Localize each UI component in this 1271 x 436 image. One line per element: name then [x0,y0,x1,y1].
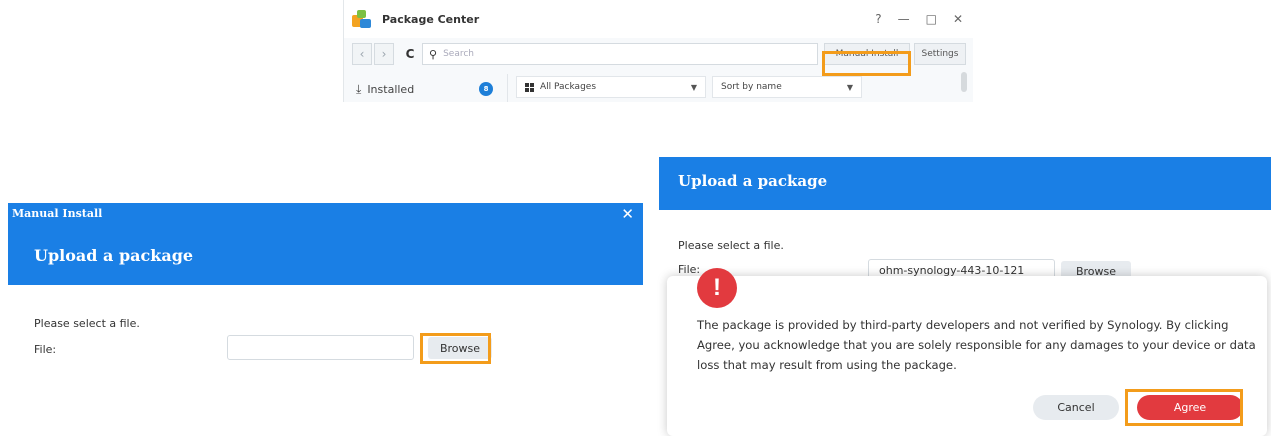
search-placeholder: Search [443,49,474,59]
select-file-prompt: Please select a file. [678,239,784,252]
select-file-prompt: Please select a file. [34,317,140,330]
sort-dropdown[interactable]: Sort by name ▼ [712,76,862,98]
file-label: File: [34,343,57,356]
dialog-header: Upload a package [659,157,1271,210]
package-center-logo-icon [352,9,372,29]
file-label: File: [678,263,701,276]
chevron-down-icon: ▼ [690,82,697,92]
browse-highlight [420,333,491,364]
window-controls: ? — □ ✕ [875,12,963,26]
close-icon[interactable]: ✕ [621,205,634,223]
sidebar-item-installed[interactable]: ⤓ Installed 8 [344,76,504,102]
download-icon: ⤓ [356,81,362,96]
close-icon[interactable]: ✕ [953,12,963,26]
sidebar-item-label: Installed [367,82,415,96]
file-field[interactable] [227,335,414,360]
dialog-heading: Upload a package [34,246,194,265]
settings-button[interactable]: Settings [914,43,966,65]
chevron-down-icon: ▼ [846,82,853,92]
back-icon[interactable]: ‹ [352,43,372,65]
maximize-icon[interactable]: □ [926,12,937,26]
cancel-button[interactable]: Cancel [1033,395,1119,420]
divider [507,74,508,102]
dialog-header: Manual Install ✕ Upload a package [8,203,643,285]
title-bar: Package Center ? — □ ✕ [344,0,973,38]
package-center-window: Package Center ? — □ ✕ ‹ › C ⚲ Search Ma… [343,0,973,102]
agree-highlight [1125,389,1243,426]
installed-count-badge: 8 [479,82,493,96]
third-party-warning-dialog: ! The package is provided by third-party… [667,268,1267,436]
help-icon[interactable]: ? [875,12,881,26]
warning-message: The package is provided by third-party d… [697,318,1256,372]
search-icon: ⚲ [429,47,438,61]
forward-icon[interactable]: › [374,43,394,65]
upload-dialog: Upload a package Please select a file. F… [659,157,1271,436]
manual-install-highlight [822,51,911,76]
grid-icon [525,82,534,92]
warning-icon: ! [697,268,737,308]
window-title: Package Center [382,12,480,26]
dialog-heading: Upload a package [678,172,828,190]
category-value: All Packages [540,82,597,92]
refresh-icon[interactable]: C [400,43,420,65]
dialog-window-title: Manual Install [12,207,103,220]
category-dropdown[interactable]: All Packages ▼ [516,76,706,98]
minimize-icon[interactable]: — [898,12,910,26]
sort-value: Sort by name [721,82,782,92]
search-input[interactable]: ⚲ Search [422,43,818,65]
scrollbar[interactable] [961,72,967,92]
manual-install-dialog: Manual Install ✕ Upload a package Please… [8,203,643,436]
